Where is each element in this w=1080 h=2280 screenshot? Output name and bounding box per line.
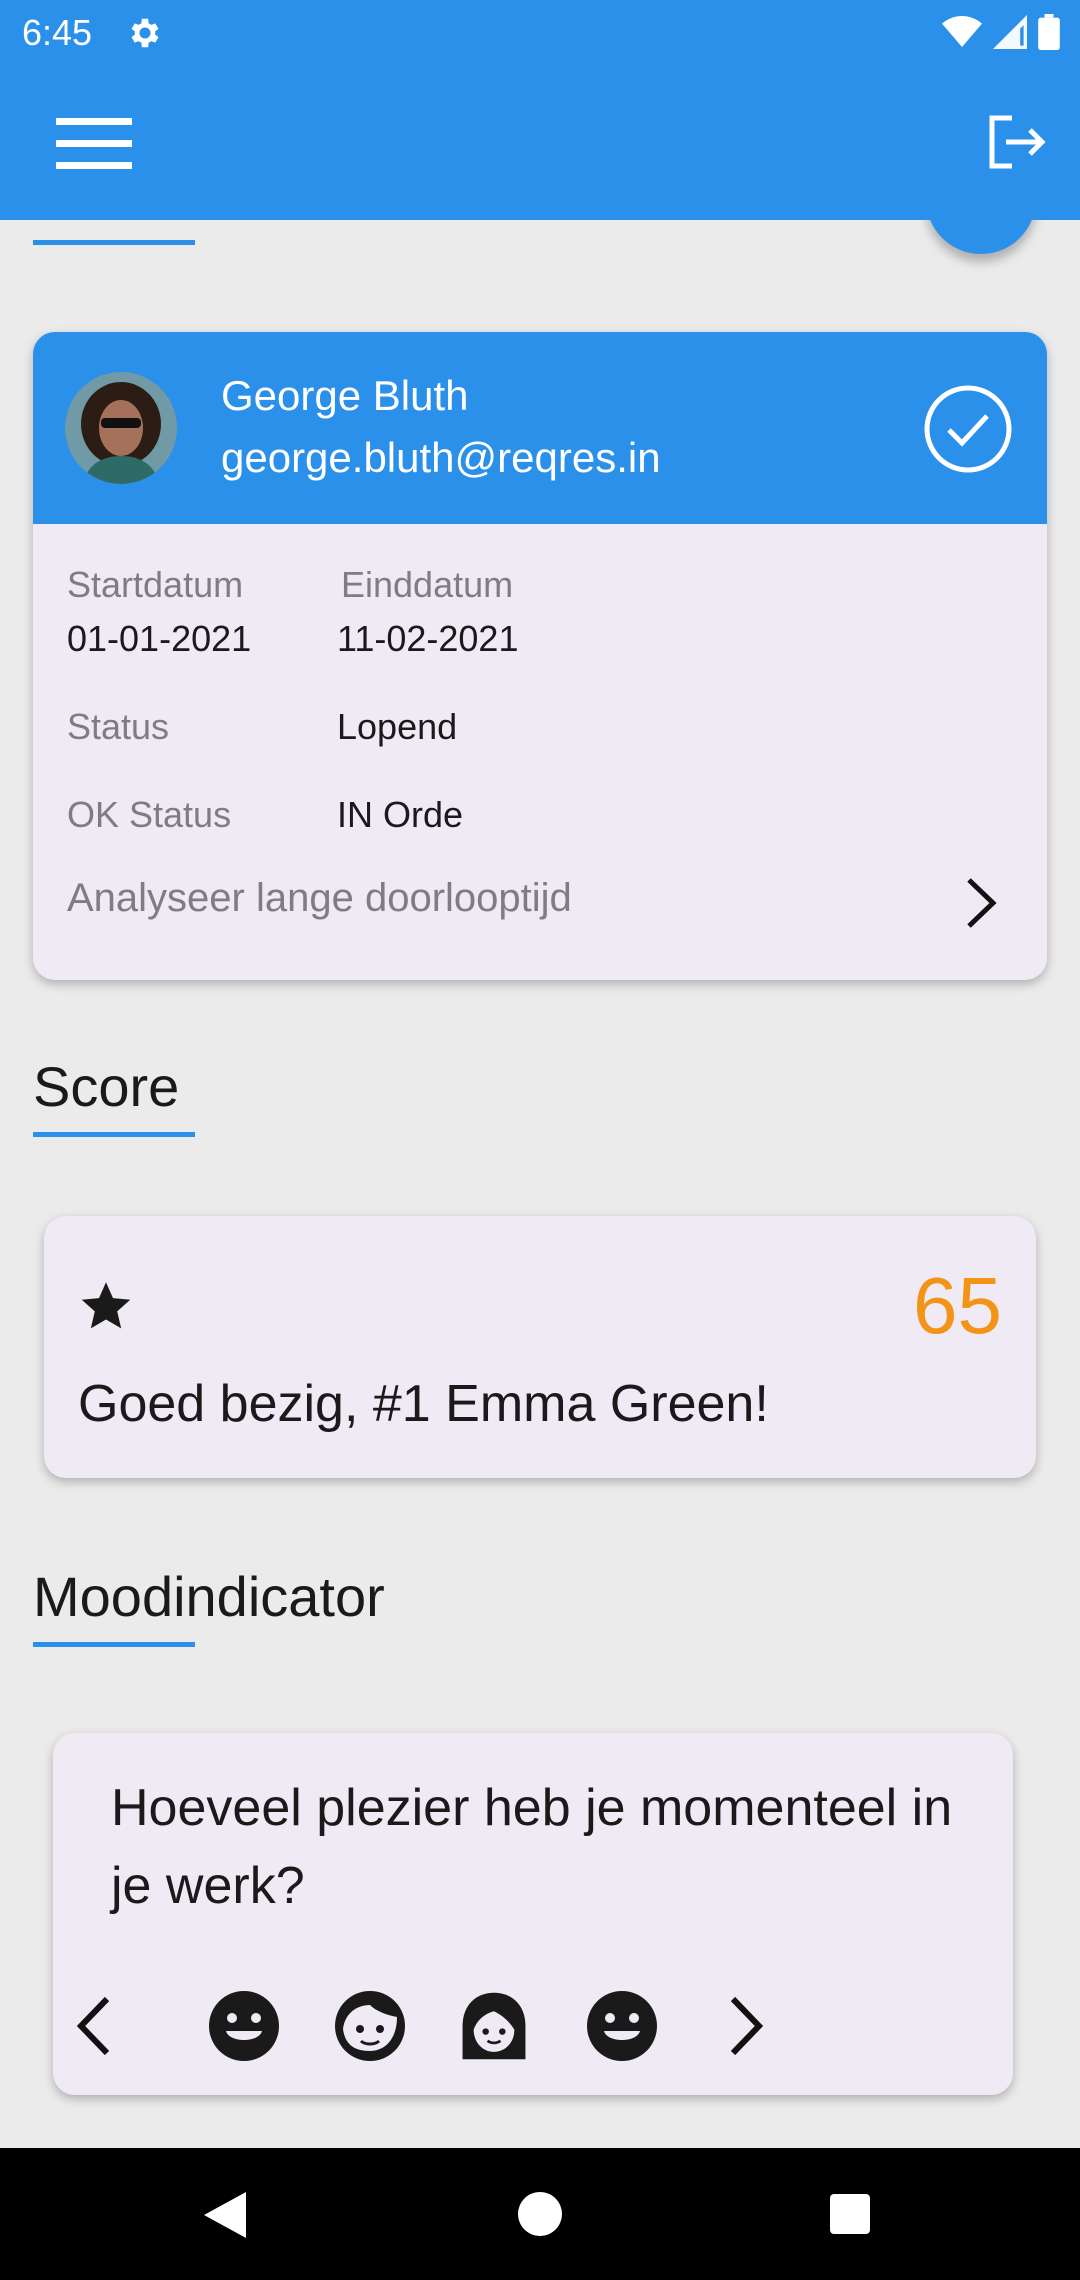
hamburger-menu-icon[interactable]: [56, 118, 132, 170]
girl-face-icon[interactable]: [333, 1989, 407, 2063]
smiling-face-icon[interactable]: [207, 1989, 281, 2063]
woman-face-icon[interactable]: [457, 1989, 531, 2063]
app-bar: [0, 66, 1080, 220]
wifi-icon: [942, 16, 982, 47]
logout-icon[interactable]: [986, 114, 1046, 170]
mood-card: Hoeveel plezier heb je momenteel in je w…: [53, 1733, 1013, 2095]
chevron-left-icon[interactable]: [71, 1993, 115, 2059]
status-icons: [942, 14, 1060, 50]
employee-card: George Bluth george.bluth@reqres.in Star…: [33, 332, 1047, 980]
home-icon[interactable]: [518, 2192, 562, 2236]
analyse-lead-time-row[interactable]: Analyseer lange doorlooptijd: [33, 852, 1047, 952]
avatar: [65, 372, 177, 484]
chevron-right-icon[interactable]: [725, 1993, 769, 2059]
check-circle-icon: [924, 385, 1012, 473]
ok-status-value: IN Orde: [337, 794, 464, 835]
employee-card-header: George Bluth george.bluth@reqres.in: [33, 332, 1047, 524]
status-bar: 6:45: [0, 0, 1080, 66]
status-label: Status: [67, 706, 170, 747]
recent-apps-icon[interactable]: [830, 2194, 870, 2234]
status-value: Lopend: [337, 706, 458, 747]
ok-status-label: OK Status: [67, 794, 232, 835]
avatar-photo-icon: [65, 372, 177, 484]
status-time: 6:45: [22, 12, 93, 53]
section-underline: [33, 240, 195, 245]
mood-section-title: Moodindicator: [33, 1565, 385, 1628]
end-date-label: Einddatum: [341, 564, 514, 605]
battery-icon: [1038, 14, 1060, 50]
system-navigation-bar: [0, 2148, 1080, 2280]
smiling-face-icon[interactable]: [585, 1989, 659, 2063]
score-value: 65: [913, 1261, 1002, 1350]
star-icon: [81, 1282, 131, 1329]
score-title-underline: [33, 1132, 195, 1137]
start-date-value: 01-01-2021: [67, 618, 252, 659]
mood-question: Hoeveel plezier heb je momenteel in je w…: [111, 1779, 953, 1915]
cellular-signal-icon: [993, 15, 1027, 49]
analyse-lead-time-label: Analyseer lange doorlooptijd: [67, 876, 572, 920]
back-icon[interactable]: [202, 2190, 248, 2240]
settings-gear-icon: [131, 18, 159, 48]
employee-name: George Bluth: [221, 372, 469, 419]
score-card: 65 Goed bezig, #1 Emma Green!: [44, 1216, 1036, 1478]
score-section-title: Score: [33, 1055, 180, 1118]
start-date-label: Startdatum: [67, 564, 244, 605]
chevron-right-icon: [967, 878, 997, 928]
employee-email: george.bluth@reqres.in: [221, 434, 661, 481]
mood-title-underline: [33, 1642, 195, 1647]
score-message: Goed bezig, #1 Emma Green!: [78, 1375, 769, 1433]
end-date-value: 11-02-2021: [337, 618, 519, 659]
